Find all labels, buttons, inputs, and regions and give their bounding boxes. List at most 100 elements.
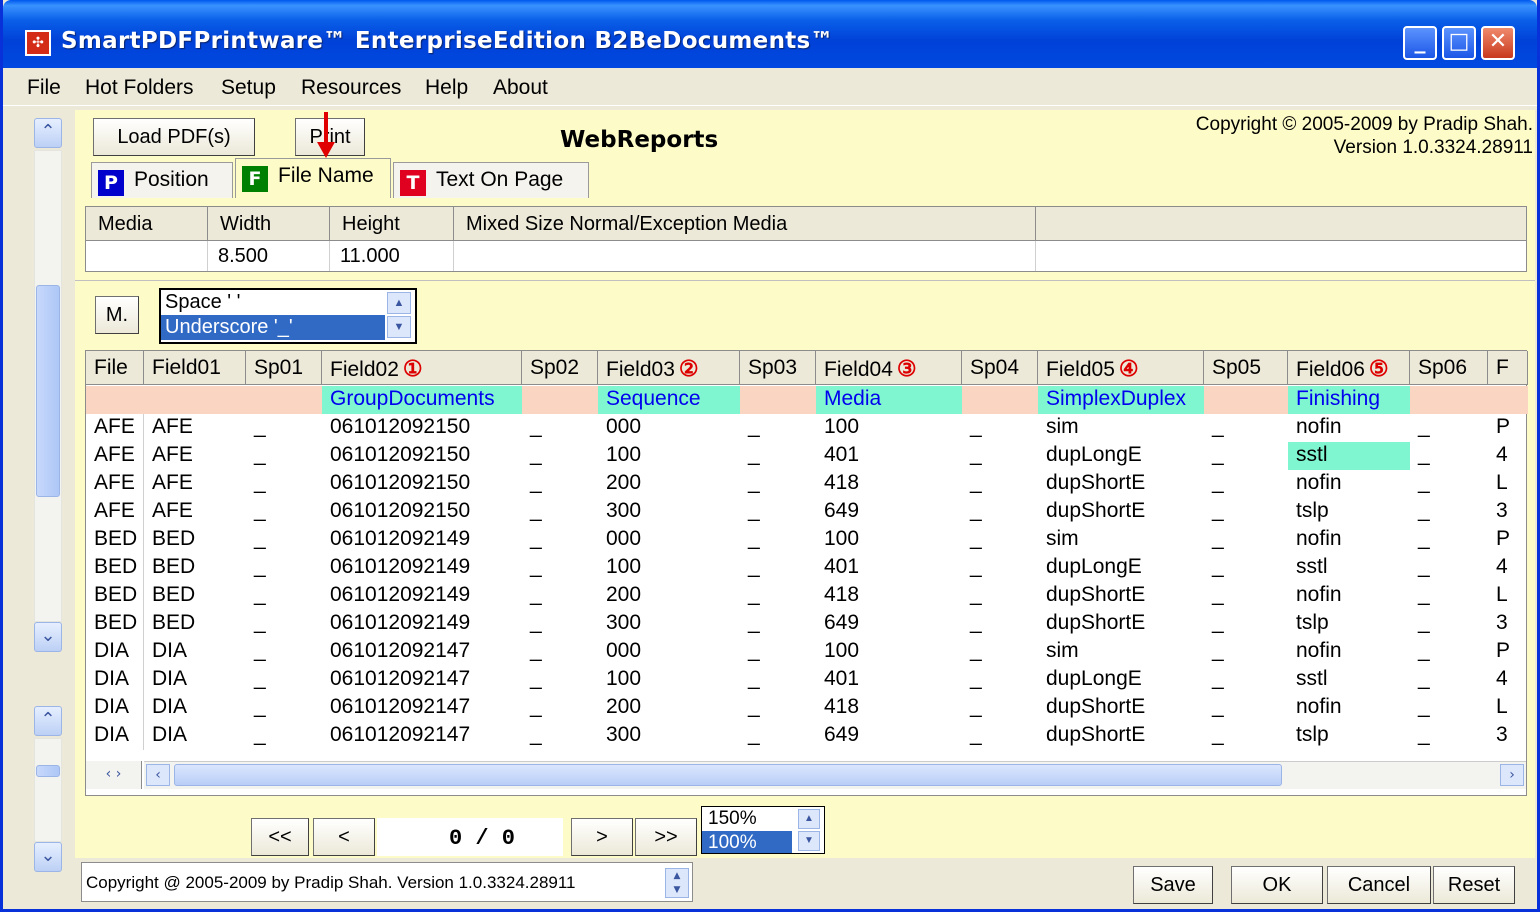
grid-cell[interactable]: 418 — [816, 582, 962, 610]
horizontal-scroll-thumb[interactable] — [174, 764, 1282, 786]
grid-cell[interactable]: L — [1488, 470, 1528, 498]
grid-cell[interactable]: _ — [1410, 414, 1488, 442]
maximize-button[interactable]: □ — [1442, 26, 1476, 60]
grid-cell[interactable]: _ — [246, 498, 322, 526]
grid-cell[interactable]: P — [1488, 414, 1528, 442]
grid-header-file[interactable]: File — [86, 351, 144, 385]
grid-cell[interactable]: _ — [246, 414, 322, 442]
grid-cell[interactable]: _ — [740, 470, 816, 498]
grid-cell[interactable]: _ — [522, 414, 598, 442]
grid-cell[interactable]: sstl — [1288, 666, 1410, 694]
grid-header-sp06[interactable]: Sp06 — [1410, 351, 1488, 385]
grid-cell[interactable]: _ — [246, 666, 322, 694]
mixed-size-cell[interactable] — [454, 241, 1036, 271]
label-cell-sp04[interactable] — [962, 386, 1038, 414]
grid-cell[interactable]: P — [1488, 526, 1528, 554]
grid-cell[interactable]: _ — [962, 722, 1038, 750]
grid-cell[interactable]: _ — [246, 582, 322, 610]
cancel-button[interactable]: Cancel — [1327, 866, 1431, 904]
minimize-button[interactable]: _ — [1403, 26, 1437, 60]
grid-cell[interactable]: 200 — [598, 694, 740, 722]
grid-cell[interactable]: 200 — [598, 470, 740, 498]
label-cell-sp05[interactable] — [1204, 386, 1288, 414]
grid-cell[interactable]: 649 — [816, 610, 962, 638]
menu-resources[interactable]: Resources — [301, 76, 401, 100]
grid-cell[interactable]: tslp — [1288, 610, 1410, 638]
grid-cell[interactable]: 300 — [598, 498, 740, 526]
grid-cell[interactable]: BED — [86, 610, 144, 638]
grid-cell[interactable]: nofin — [1288, 526, 1410, 554]
grid-cell[interactable]: _ — [1204, 694, 1288, 722]
grid-cell[interactable]: BED — [144, 582, 246, 610]
grid-cell[interactable]: _ — [246, 442, 322, 470]
label-cell-sp03[interactable] — [740, 386, 816, 414]
grid-cell[interactable]: _ — [962, 582, 1038, 610]
grid-cell[interactable]: _ — [1410, 498, 1488, 526]
scroll-right-icon[interactable]: › — [1500, 764, 1524, 786]
grid-cell[interactable]: 061012092147 — [322, 666, 522, 694]
scroll-track[interactable] — [34, 150, 62, 622]
menu-about[interactable]: About — [493, 76, 548, 100]
tab-text-on-page[interactable]: T Text On Page — [393, 162, 589, 198]
grid-header-field02[interactable]: Field02 ① — [322, 351, 522, 385]
grid-cell[interactable]: 418 — [816, 694, 962, 722]
grid-cell[interactable]: 401 — [816, 666, 962, 694]
grid-cell[interactable]: _ — [740, 722, 816, 750]
grid-cell[interactable]: _ — [962, 666, 1038, 694]
prev-page-button[interactable]: < — [313, 818, 375, 856]
tab-file-name[interactable]: F File Name — [235, 158, 391, 198]
grid-header-sp01[interactable]: Sp01 — [246, 351, 322, 385]
grid-cell[interactable]: _ — [522, 722, 598, 750]
grid-cell[interactable]: 4 — [1488, 554, 1528, 582]
grid-cell[interactable]: 300 — [598, 722, 740, 750]
grid-cell[interactable]: 061012092149 — [322, 526, 522, 554]
grid-cell[interactable]: 061012092150 — [322, 442, 522, 470]
grid-cell[interactable]: dupLongE — [1038, 442, 1204, 470]
grid-cell[interactable]: _ — [522, 666, 598, 694]
grid-cell[interactable]: BED — [144, 526, 246, 554]
horizontal-scrollbar[interactable]: ‹ › — [144, 761, 1526, 789]
grid-cell[interactable]: 000 — [598, 526, 740, 554]
zoom-option-100[interactable]: 100% — [702, 831, 792, 853]
grid-cell[interactable]: _ — [522, 694, 598, 722]
next-page-button[interactable]: > — [571, 818, 633, 856]
grid-cell[interactable]: _ — [740, 582, 816, 610]
grid-cell[interactable]: DIA — [144, 638, 246, 666]
grid-cell[interactable]: sstl — [1288, 554, 1410, 582]
grid-cell[interactable]: 061012092149 — [322, 610, 522, 638]
grid-cell[interactable]: 061012092150 — [322, 498, 522, 526]
grid-cell[interactable]: _ — [1410, 638, 1488, 666]
grid-cell[interactable]: _ — [522, 498, 598, 526]
grid-cell[interactable]: AFE — [144, 498, 246, 526]
grid-cell[interactable]: 4 — [1488, 442, 1528, 470]
grid-header-f[interactable]: F — [1488, 351, 1528, 385]
grid-cell[interactable]: _ — [1204, 638, 1288, 666]
grid-cell[interactable]: _ — [962, 498, 1038, 526]
grid-cell[interactable]: _ — [962, 442, 1038, 470]
grid-cell[interactable]: _ — [1410, 582, 1488, 610]
grid-cell[interactable]: 061012092149 — [322, 582, 522, 610]
grid-cell[interactable]: 100 — [598, 554, 740, 582]
grid-cell[interactable]: dupShortE — [1038, 610, 1204, 638]
grid-cell[interactable]: nofin — [1288, 582, 1410, 610]
grid-cell[interactable]: 061012092150 — [322, 470, 522, 498]
tab-position[interactable]: P Position — [91, 162, 233, 198]
grid-cell[interactable]: _ — [246, 722, 322, 750]
grid-header-field03[interactable]: Field03 ② — [598, 351, 740, 385]
grid-cell[interactable]: _ — [1410, 722, 1488, 750]
grid-cell[interactable]: 100 — [598, 442, 740, 470]
grid-cell[interactable]: AFE — [86, 470, 144, 498]
grid-cell[interactable]: nofin — [1288, 638, 1410, 666]
scroll-down-button[interactable]: ⌄ — [34, 622, 62, 652]
splitter[interactable] — [75, 280, 1535, 288]
label-cell-sp01[interactable] — [246, 386, 322, 414]
grid-cell[interactable]: dupLongE — [1038, 554, 1204, 582]
grid-cell[interactable]: BED — [86, 526, 144, 554]
grid-cell[interactable]: _ — [740, 498, 816, 526]
grid-cell[interactable]: _ — [740, 414, 816, 442]
grid-cell[interactable]: DIA — [86, 694, 144, 722]
grid-cell[interactable]: _ — [962, 638, 1038, 666]
grid-cell[interactable]: AFE — [144, 442, 246, 470]
grid-cell[interactable]: AFE — [144, 414, 246, 442]
grid-header-field06[interactable]: Field06 ⑤ — [1288, 351, 1410, 385]
